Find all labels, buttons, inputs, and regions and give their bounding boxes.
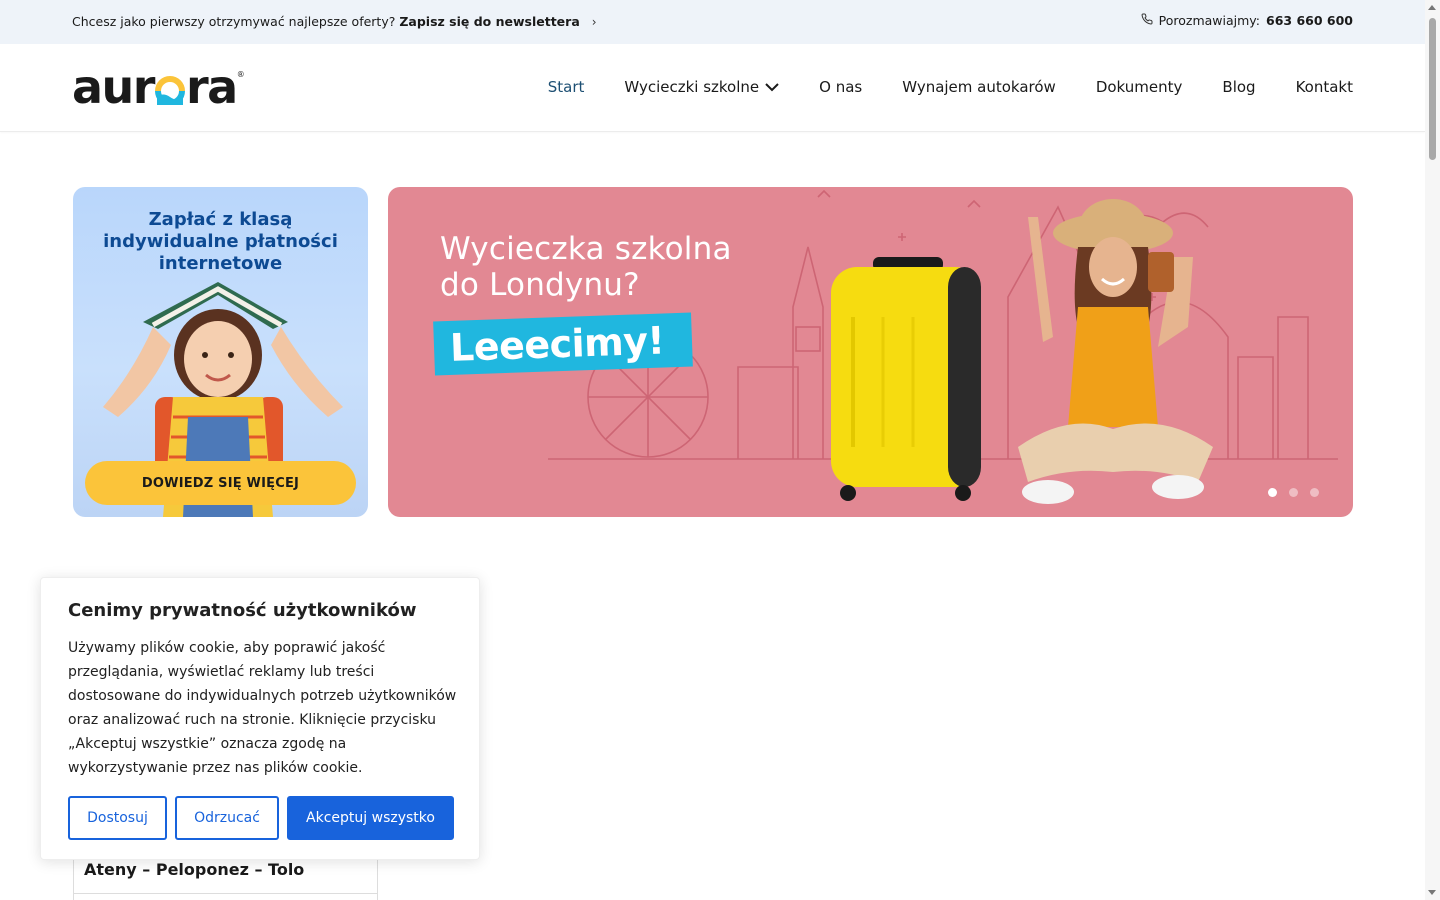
phone-icon — [1141, 13, 1153, 28]
chevron-down-icon — [765, 78, 779, 96]
nav-start[interactable]: Start — [548, 78, 585, 96]
payments-promo-banner[interactable]: Zapłać z klasą indywidualne płatności in… — [73, 187, 368, 517]
nav-wynajem[interactable]: Wynajem autokarów — [902, 78, 1056, 96]
scroll-thumb[interactable] — [1429, 18, 1436, 160]
customize-button[interactable]: Dostosuj — [68, 796, 167, 840]
promo-title: Zapłać z klasą indywidualne płatności in… — [73, 209, 368, 275]
hero-tagline: Leeecimy! — [433, 312, 693, 376]
contact-info[interactable]: Porozmawiajmy: 663 660 600 — [1141, 13, 1353, 28]
aurora-logo[interactable]: aur ra ® — [72, 60, 245, 114]
nav-kontakt[interactable]: Kontakt — [1296, 78, 1353, 96]
slider-dot-2[interactable] — [1289, 488, 1298, 497]
registered-mark: ® — [236, 70, 245, 79]
top-bar: Chcesz jako pierwszy otrzymywać najlepsz… — [0, 0, 1425, 44]
nav-blog[interactable]: Blog — [1222, 78, 1255, 96]
slider-dots — [1268, 488, 1319, 497]
divider — [74, 893, 377, 894]
slider-dot-3[interactable] — [1310, 488, 1319, 497]
accept-all-button[interactable]: Akceptuj wszystko — [287, 796, 454, 840]
cookie-title: Cenimy prywatność użytkowników — [68, 600, 417, 621]
nav-dokumenty[interactable]: Dokumenty — [1096, 78, 1183, 96]
cookie-consent-dialog: Cenimy prywatność użytkowników Używamy p… — [40, 577, 480, 860]
hero-title: Wycieczka szkolna do Londynu? — [440, 231, 732, 303]
promo-title-line3: internetowe — [158, 253, 283, 274]
woman-traveler-image — [1018, 199, 1213, 504]
scroll-down-arrow[interactable] — [1428, 890, 1436, 895]
chevron-right-icon: › — [591, 15, 597, 29]
site-header: aur ra ® Start Wycieczki szkolne O nas W… — [0, 44, 1425, 132]
learn-more-button[interactable]: DOWIEDZ SIĘ WIĘCEJ — [85, 461, 356, 505]
newsletter-promo[interactable]: Chcesz jako pierwszy otrzymywać najlepsz… — [72, 14, 597, 29]
logo-o-icon — [154, 68, 185, 106]
trip-item[interactable]: Ateny – Peloponez – Tolo — [84, 860, 304, 879]
contact-phone[interactable]: 663 660 600 — [1266, 13, 1353, 28]
reject-button[interactable]: Odrzucać — [175, 796, 279, 840]
slider-dot-1[interactable] — [1268, 488, 1277, 497]
logo-text: aur ra — [72, 60, 238, 114]
newsletter-link[interactable]: Zapisz się do newslettera — [399, 14, 579, 29]
contact-label: Porozmawiajmy: — [1158, 13, 1261, 28]
hero-title-line2: do Londynu? — [440, 267, 640, 303]
promo-title-line2: indywidualne płatności — [103, 231, 338, 252]
scroll-up-arrow[interactable] — [1428, 5, 1436, 10]
nav-wycieczki-szkolne[interactable]: Wycieczki szkolne — [624, 78, 779, 96]
main-nav: Start Wycieczki szkolne O nas Wynajem au… — [548, 78, 1353, 96]
hero-title-line1: Wycieczka szkolna — [440, 231, 732, 267]
yellow-suitcase-image — [831, 257, 981, 501]
promo-title-line1: Zapłać z klasą — [148, 209, 293, 230]
cookie-body: Używamy plików cookie, aby poprawić jako… — [68, 640, 457, 776]
nav-o-nas[interactable]: O nas — [819, 78, 862, 96]
hero-slider[interactable]: Wycieczka szkolna do Londynu? Leeecimy! — [388, 187, 1353, 517]
page-scrollbar[interactable] — [1425, 0, 1440, 900]
newsletter-text: Chcesz jako pierwszy otrzymywać najlepsz… — [72, 14, 396, 29]
nav-wycieczki-label: Wycieczki szkolne — [624, 78, 760, 96]
